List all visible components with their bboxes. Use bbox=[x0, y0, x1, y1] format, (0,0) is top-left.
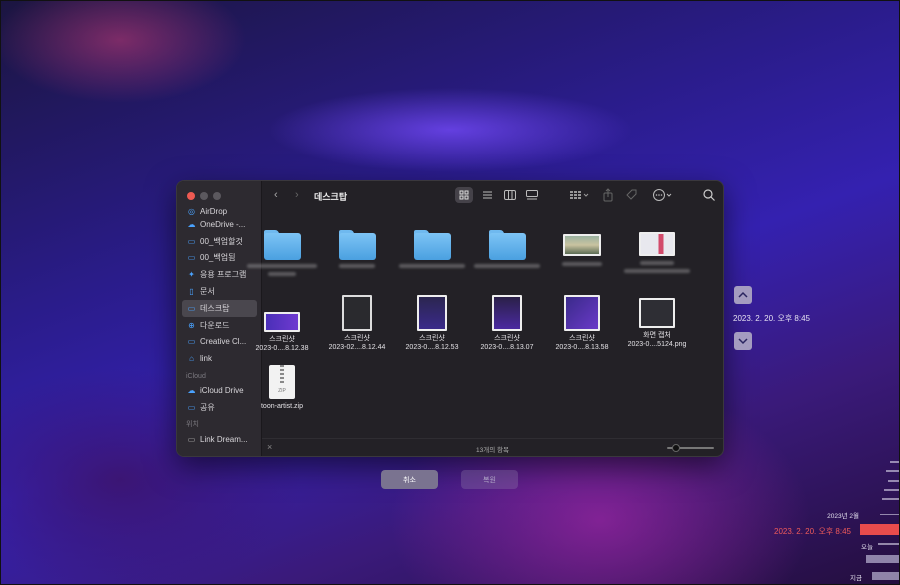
file-name: 화면 캡처 2023-0....5124.png bbox=[627, 332, 687, 348]
sidebar-item-link-dream[interactable]: ▭ Link Dream... bbox=[177, 431, 262, 448]
folder-icon bbox=[413, 230, 451, 260]
folder-icon: ▭ bbox=[187, 253, 196, 263]
restore-button[interactable]: 복원 bbox=[461, 470, 518, 489]
cloud-icon: ☁ bbox=[187, 386, 196, 396]
screenshot-file-item[interactable]: 스크린샷 2023-0....8.12.53 bbox=[394, 295, 470, 352]
timeline-selected-marker[interactable] bbox=[860, 524, 899, 535]
image-thumbnail bbox=[264, 312, 300, 332]
file-name: 스크린샷 2023-02....8.12.44 bbox=[328, 335, 386, 351]
image-file-item[interactable] bbox=[619, 232, 695, 273]
tag-icon[interactable] bbox=[624, 187, 638, 203]
applications-icon: ✦ bbox=[188, 270, 195, 280]
sidebar-heading-locations: 위치 bbox=[186, 420, 199, 428]
timeline-tick bbox=[886, 470, 899, 472]
cancel-button[interactable]: 취소 bbox=[381, 470, 438, 489]
home-icon: ⌂ bbox=[189, 354, 194, 364]
folder-item[interactable] bbox=[319, 230, 395, 268]
timeline-tick bbox=[884, 489, 899, 491]
group-by-icon[interactable] bbox=[568, 188, 590, 202]
airdrop-icon: ◎ bbox=[188, 206, 195, 216]
screenshot-file-item[interactable]: 스크린샷 2023-0....8.13.07 bbox=[469, 295, 545, 352]
image-thumbnail bbox=[342, 295, 372, 331]
window-controls bbox=[187, 192, 221, 200]
image-thumbnail bbox=[564, 295, 600, 331]
timeline-tick bbox=[878, 543, 899, 545]
zip-file-icon: ZIP bbox=[269, 365, 295, 399]
chevron-down-icon bbox=[738, 338, 748, 345]
close-button[interactable] bbox=[187, 192, 195, 200]
folder-item[interactable] bbox=[469, 230, 545, 268]
file-name: 스크린샷 2023-0....8.12.38 bbox=[255, 336, 309, 352]
folder-icon bbox=[338, 230, 376, 260]
timeline-month-label: 2023년 2월 bbox=[827, 513, 859, 520]
sidebar-item-documents[interactable]: ▯ 문서 bbox=[177, 283, 262, 300]
image-thumbnail bbox=[563, 234, 601, 256]
icon-size-slider[interactable] bbox=[667, 444, 714, 452]
search-icon[interactable] bbox=[702, 188, 716, 202]
download-icon: ⊕ bbox=[188, 320, 195, 330]
timeline-tick bbox=[866, 555, 899, 563]
back-icon[interactable]: ‹ bbox=[274, 189, 278, 201]
minimize-button[interactable] bbox=[200, 192, 208, 200]
finder-window: ◎ AirDrop ☁ OneDrive -... ▭ 00_백업할것 ▭ 00… bbox=[176, 180, 724, 457]
folder-item[interactable] bbox=[394, 230, 470, 268]
toolbar: ‹ › 데스크탑 bbox=[262, 181, 723, 210]
timeline-selected-label: 2023. 2. 20. 오후 8:45 bbox=[774, 527, 851, 536]
timeline-today-label: 오늘 bbox=[861, 544, 873, 551]
desktop-icon: ▭ bbox=[187, 303, 196, 313]
folder-icon: ▭ bbox=[187, 236, 196, 246]
timeline-tick bbox=[890, 461, 899, 463]
screenshot-file-item[interactable]: 스크린샷 2023-0....8.13.58 bbox=[544, 295, 620, 352]
next-backup-button[interactable] bbox=[734, 332, 752, 350]
forward-icon[interactable]: › bbox=[295, 189, 299, 201]
gallery-view-icon[interactable] bbox=[525, 188, 539, 202]
more-options-icon[interactable] bbox=[652, 188, 676, 202]
share-icon[interactable] bbox=[602, 187, 614, 203]
shared-folder-icon: ▭ bbox=[187, 402, 196, 412]
zip-file-item[interactable]: ZIP toon-artist.zip bbox=[244, 365, 320, 411]
backup-date: 2023. 2. 20. 오후 8:45 bbox=[733, 314, 810, 323]
folder-icon: ▭ bbox=[187, 337, 196, 347]
file-browser: ‹ › 데스크탑 스크린샷 2023-0....8.12.38 스크린샷 202… bbox=[247, 181, 723, 456]
screenshot-file-item[interactable]: 스크린샷 2023-02....8.12.44 bbox=[319, 295, 395, 352]
file-name: 스크린샷 2023-0....8.13.07 bbox=[480, 335, 534, 351]
timeline-tick bbox=[872, 572, 899, 580]
previous-backup-button[interactable] bbox=[734, 286, 752, 304]
timeline-now-label: 지금 bbox=[850, 575, 862, 582]
folder-item[interactable] bbox=[244, 230, 320, 276]
screenshot-file-item[interactable]: 스크린샷 2023-0....8.12.38 bbox=[244, 302, 320, 353]
computer-icon: ▭ bbox=[187, 434, 196, 444]
file-name: 스크린샷 2023-0....8.13.58 bbox=[555, 335, 609, 351]
timeline-tick bbox=[882, 498, 899, 500]
icon-view-button[interactable] bbox=[455, 187, 473, 203]
status-bar: × 13개의 항목 bbox=[262, 438, 723, 456]
screenshot-file-item[interactable]: 화면 캡처 2023-0....5124.png bbox=[619, 298, 695, 349]
image-thumbnail bbox=[417, 295, 447, 331]
zoom-button[interactable] bbox=[213, 192, 221, 200]
file-name: 스크린샷 2023-0....8.12.53 bbox=[405, 335, 459, 351]
timeline-tick bbox=[880, 514, 899, 515]
timeline-tick bbox=[888, 480, 899, 482]
image-file-item[interactable] bbox=[544, 234, 620, 266]
file-name: toon-artist.zip bbox=[260, 403, 304, 410]
list-view-icon[interactable] bbox=[480, 188, 494, 202]
image-thumbnail bbox=[639, 232, 675, 256]
folder-icon bbox=[263, 230, 301, 260]
window-title: 데스크탑 bbox=[314, 192, 348, 202]
grid-icon bbox=[459, 190, 469, 200]
document-icon: ▯ bbox=[189, 287, 194, 297]
cloud-icon: ☁ bbox=[187, 219, 196, 229]
image-thumbnail bbox=[492, 295, 522, 331]
chevron-up-icon bbox=[738, 291, 748, 298]
sidebar-item-airdrop[interactable]: ◎ AirDrop bbox=[177, 206, 262, 216]
image-thumbnail bbox=[639, 298, 675, 328]
folder-icon bbox=[488, 230, 526, 260]
item-count: 13개의 항목 bbox=[476, 447, 509, 454]
column-view-icon[interactable] bbox=[503, 188, 517, 202]
